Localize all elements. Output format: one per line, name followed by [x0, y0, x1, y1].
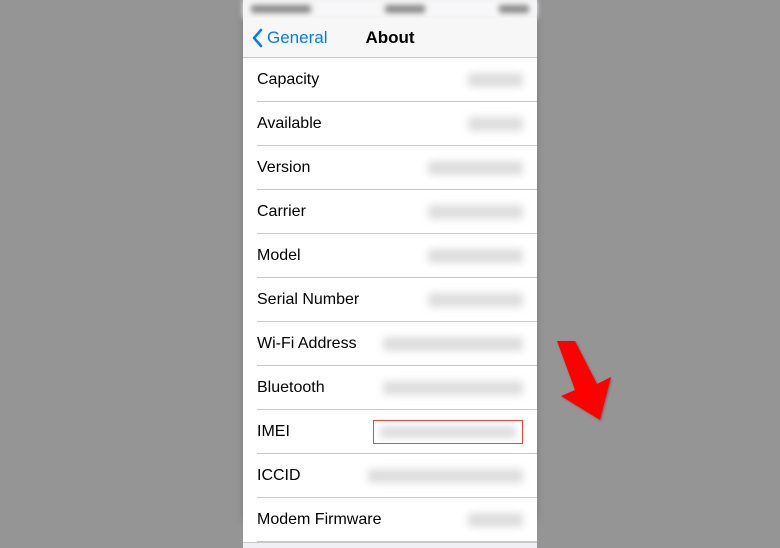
status-time [385, 5, 425, 13]
row-modem-firmware[interactable]: Modem Firmware [243, 498, 537, 542]
row-label: Capacity [257, 71, 319, 89]
row-value-blurred [368, 469, 523, 483]
row-label: Version [257, 159, 310, 177]
row-value-blurred [468, 513, 523, 527]
row-model[interactable]: Model [243, 234, 537, 278]
row-label: IMEI [257, 423, 290, 441]
row-value-blurred [468, 73, 523, 87]
row-value-blurred [428, 205, 523, 219]
row-value-blurred [468, 117, 523, 131]
section-gap [243, 542, 537, 548]
row-capacity[interactable]: Capacity [243, 58, 537, 102]
status-signal [251, 5, 311, 13]
phone-screen: General About Capacity Available Version… [243, 0, 537, 522]
row-version[interactable]: Version [243, 146, 537, 190]
row-imei[interactable]: IMEI [243, 410, 537, 454]
back-label: General [267, 28, 327, 48]
red-arrow-annotation [537, 336, 617, 426]
row-value-blurred [383, 381, 523, 395]
row-value-blurred [380, 426, 516, 438]
imei-highlight-box [373, 420, 523, 444]
row-label: Bluetooth [257, 379, 325, 397]
row-label: Model [257, 247, 301, 265]
row-bluetooth[interactable]: Bluetooth [243, 366, 537, 410]
row-iccid[interactable]: ICCID [243, 454, 537, 498]
row-label: ICCID [257, 467, 301, 485]
row-wifi-address[interactable]: Wi-Fi Address [243, 322, 537, 366]
row-value-blurred [428, 293, 523, 307]
row-label: Wi-Fi Address [257, 335, 357, 353]
settings-list: Capacity Available Version Carrier Model… [243, 58, 537, 542]
row-carrier[interactable]: Carrier [243, 190, 537, 234]
status-battery [499, 5, 529, 13]
row-value-blurred [428, 249, 523, 263]
chevron-left-icon [251, 28, 263, 48]
row-available[interactable]: Available [243, 102, 537, 146]
row-value-blurred [428, 161, 523, 175]
page-title: About [365, 28, 414, 48]
row-value-blurred [383, 337, 523, 351]
row-serial-number[interactable]: Serial Number [243, 278, 537, 322]
row-label: Carrier [257, 203, 306, 221]
row-label: Serial Number [257, 291, 359, 309]
navigation-bar: General About [243, 18, 537, 58]
status-bar [243, 0, 537, 18]
row-label: Modem Firmware [257, 511, 381, 529]
row-label: Available [257, 115, 322, 133]
back-button[interactable]: General [251, 28, 327, 48]
